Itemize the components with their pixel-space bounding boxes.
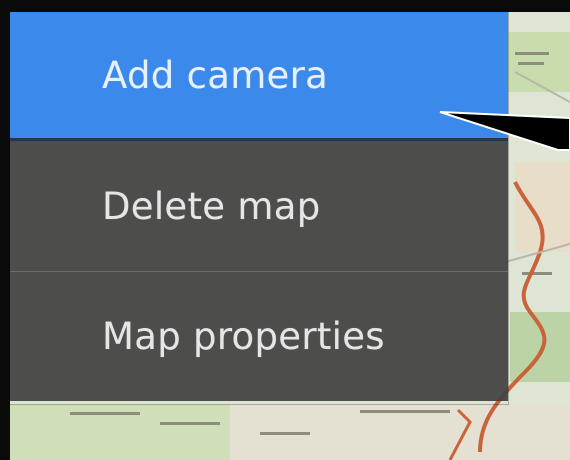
menu-item-add-camera[interactable]: Add camera <box>10 12 508 141</box>
menu-item-label: Delete map <box>102 184 321 228</box>
context-menu: Add camera Delete map Map properties <box>10 12 508 404</box>
menu-item-label: Add camera <box>102 53 329 97</box>
menu-item-label: Map properties <box>102 315 385 358</box>
menu-item-delete-map[interactable]: Delete map <box>10 141 508 271</box>
app-viewport: Add camera Delete map Map properties <box>0 0 570 460</box>
menu-item-map-properties[interactable]: Map properties <box>10 271 508 401</box>
